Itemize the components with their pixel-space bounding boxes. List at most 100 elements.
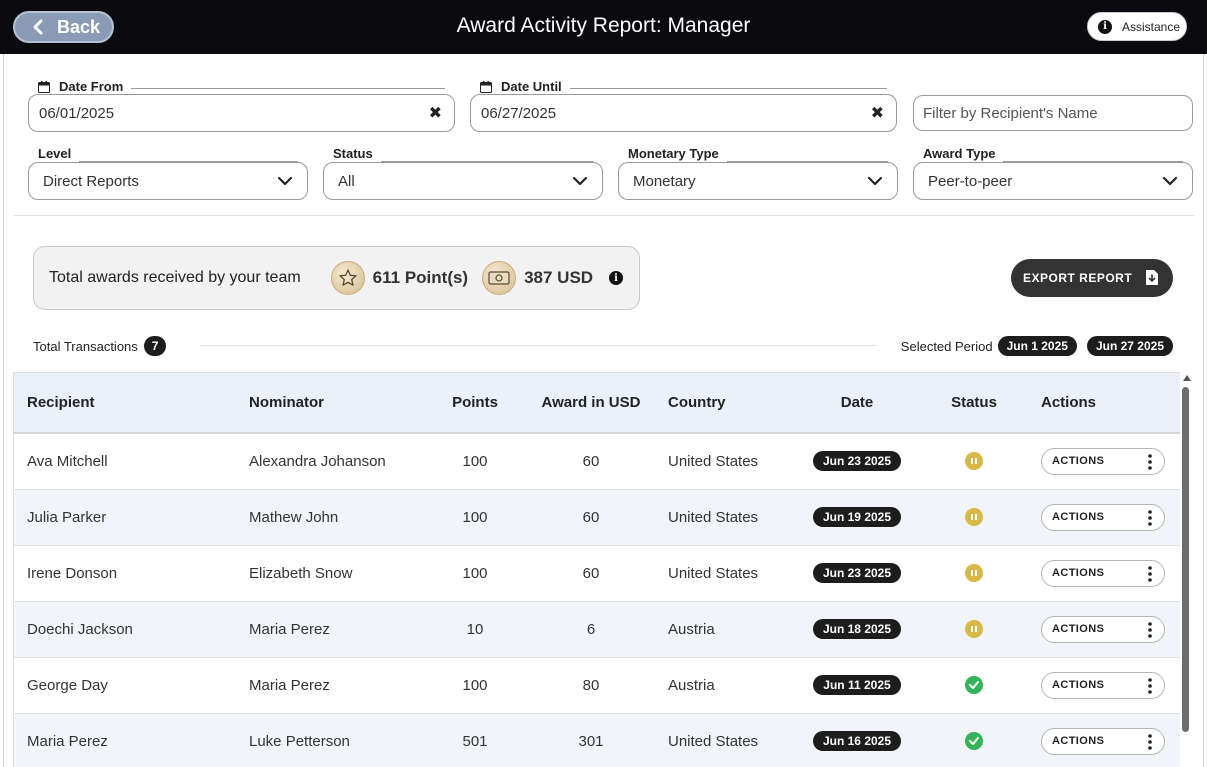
selected-period-label: Selected Period: [900, 338, 993, 354]
cell-recipient: Doechi Jackson: [27, 620, 133, 638]
table-row[interactable]: Ava Mitchell Alexandra Johanson 100 60 Unite…: [14, 433, 1180, 489]
cell-status: [922, 657, 1026, 713]
table-scrollbar[interactable]: [1180, 372, 1193, 767]
actions-label: ACTIONS: [1052, 511, 1105, 523]
clear-date-until-icon[interactable]: ✖: [871, 103, 884, 123]
cell-points: 100: [462, 508, 488, 526]
top-bar: Back Award Activity Report: Manager i As…: [0, 0, 1207, 54]
cell-country: United States: [668, 564, 759, 582]
assistance-button[interactable]: i Assistance: [1087, 12, 1187, 41]
cell-points: 100: [462, 564, 488, 582]
more-vertical-icon: [1148, 453, 1152, 470]
cell-recipient: Julia Parker: [27, 508, 107, 526]
cell-status: [922, 601, 1026, 657]
cell-usd: 80: [582, 676, 600, 694]
approved-check-icon: [965, 676, 983, 695]
approved-check-icon: [965, 732, 983, 751]
date-badge: Jun 23 2025: [812, 563, 902, 583]
export-report-button[interactable]: EXPORT REPORT: [1011, 259, 1173, 297]
period-end-badge: Jun 27 2025: [1086, 336, 1173, 356]
cell-usd: 60: [582, 508, 600, 526]
row-actions-button[interactable]: ACTIONS: [1041, 615, 1165, 643]
award-type-select[interactable]: Peer-to-peer: [913, 162, 1193, 200]
info-icon: i: [1098, 19, 1112, 34]
cell-nominator: Luke Petterson: [249, 732, 350, 750]
table-row[interactable]: Doechi Jackson Maria Perez 10 6 Austria Jun 1…: [14, 601, 1180, 657]
scroll-thumb[interactable]: [1182, 387, 1189, 732]
transactions-count-badge: 7: [143, 336, 167, 356]
row-actions-button[interactable]: ACTIONS: [1041, 503, 1165, 531]
cell-recipient: George Day: [27, 676, 108, 694]
column-header-country[interactable]: Country: [657, 373, 792, 433]
level-label: Level: [38, 146, 80, 161]
date-until-value: 06/27/2025: [481, 104, 557, 122]
table-row[interactable]: Irene Donson Elizabeth Snow 100 60 United St…: [14, 545, 1180, 601]
actions-label: ACTIONS: [1052, 455, 1105, 468]
date-until-label: Date Until: [480, 79, 570, 94]
field-outline-segment: [380, 161, 593, 162]
table-row[interactable]: Julia Parker Mathew John 100 60 United State…: [14, 489, 1180, 545]
recipient-search-input[interactable]: [913, 95, 1193, 131]
table-row[interactable]: George Day Maria Perez 100 80 Austria Jun 11 …: [14, 657, 1180, 713]
cell-nominator: Alexandra Johanson: [249, 452, 386, 470]
chevron-down-icon: [572, 176, 588, 186]
star-coin-icon: [330, 261, 365, 295]
column-header-usd[interactable]: Award in USD: [525, 373, 657, 433]
award-type-label: Award Type: [923, 146, 1004, 161]
field-outline-segment: [569, 88, 887, 89]
cell-date: Jun 23 2025: [792, 433, 922, 489]
row-actions-button[interactable]: ACTIONS: [1041, 447, 1165, 475]
actions-label: ACTIONS: [1052, 623, 1105, 635]
level-value: Direct Reports: [43, 172, 139, 190]
cell-usd: 301: [578, 732, 604, 750]
cell-status: [922, 545, 1026, 601]
page-title: Award Activity Report: Manager: [456, 14, 751, 37]
field-outline-segment: [1003, 161, 1183, 162]
total-transactions-label: Total Transactions: [33, 338, 138, 354]
cell-usd: 60: [582, 452, 600, 470]
info-icon[interactable]: i: [609, 271, 624, 285]
field-outline-segment: [79, 161, 298, 162]
column-header-recipient[interactable]: Recipient: [14, 373, 249, 433]
clear-date-from-icon[interactable]: ✖: [429, 103, 442, 123]
cell-nominator: Elizabeth Snow: [249, 564, 353, 582]
column-header-points[interactable]: Points: [425, 373, 525, 433]
column-header-status[interactable]: Status: [922, 373, 1026, 433]
status-select[interactable]: All: [323, 162, 603, 200]
level-select[interactable]: Direct Reports: [28, 162, 308, 200]
cell-points: 100: [462, 452, 488, 470]
date-badge: Jun 16 2025: [812, 731, 902, 751]
cell-actions: ACTIONS: [1026, 657, 1180, 713]
more-vertical-icon: [1148, 677, 1152, 694]
monetary-type-select[interactable]: Monetary: [618, 162, 898, 200]
date-from-label: Date From: [38, 79, 132, 94]
export-label: EXPORT REPORT: [1023, 271, 1133, 285]
scroll-up-arrow-icon[interactable]: [1183, 375, 1191, 381]
row-actions-button[interactable]: ACTIONS: [1041, 671, 1165, 699]
actions-label: ACTIONS: [1052, 679, 1105, 691]
monetary-type-value: Monetary: [633, 172, 696, 190]
cell-nominator: Maria Perez: [249, 620, 330, 638]
date-until-field[interactable]: 06/27/2025 ✖: [470, 94, 897, 132]
cell-nominator: Mathew John: [249, 508, 339, 526]
row-actions-button[interactable]: ACTIONS: [1041, 727, 1165, 755]
more-vertical-icon: [1148, 621, 1152, 638]
cell-country: United States: [668, 452, 759, 470]
table-row[interactable]: Maria Perez Luke Petterson 501 301 United St…: [14, 713, 1180, 767]
cell-actions: ACTIONS: [1026, 713, 1180, 767]
column-header-actions: Actions: [1041, 394, 1097, 411]
row-actions-button[interactable]: ACTIONS: [1041, 559, 1165, 587]
cell-nominator: Maria Perez: [249, 676, 330, 694]
summary-points: 611 Point(s): [372, 268, 469, 287]
pending-pause-icon: [965, 620, 983, 639]
status-value: All: [338, 172, 355, 190]
cell-date: Jun 23 2025: [792, 545, 922, 601]
field-outline-segment: [726, 161, 888, 162]
period-start-badge: Jun 1 2025: [997, 336, 1077, 356]
field-outline-segment: [131, 88, 445, 89]
actions-label: ACTIONS: [1052, 735, 1105, 747]
column-header-date[interactable]: Date: [792, 373, 922, 433]
date-from-field[interactable]: 06/01/2025 ✖: [28, 94, 455, 132]
cell-recipient: Ava Mitchell: [27, 452, 108, 470]
column-header-nominator[interactable]: Nominator: [249, 373, 425, 433]
